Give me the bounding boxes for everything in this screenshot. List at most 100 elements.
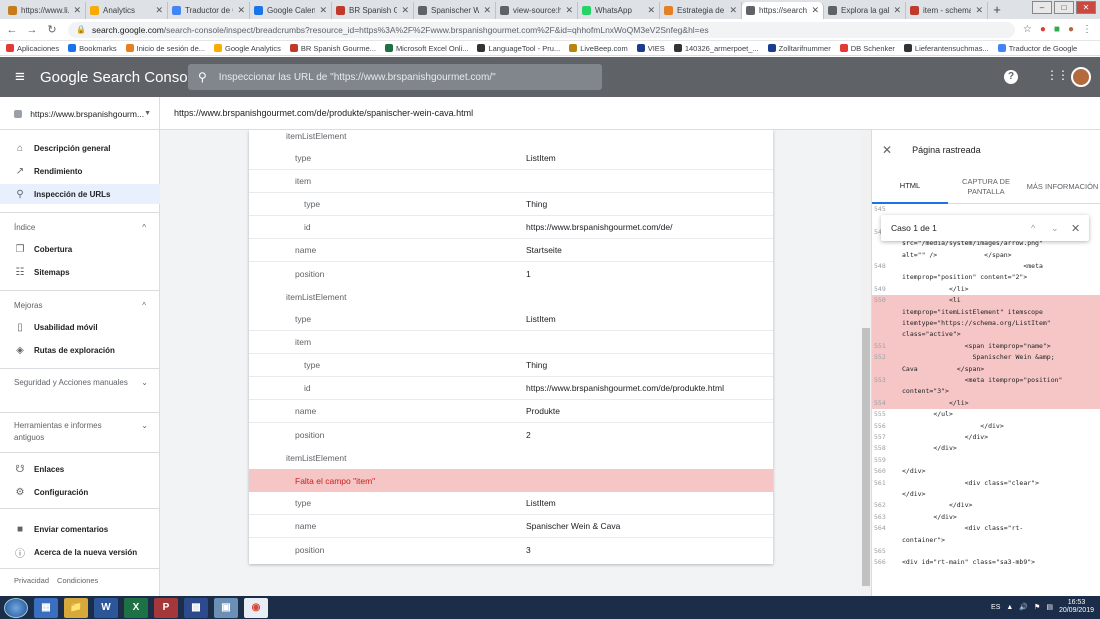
hamburger-menu-icon[interactable]: ≡ xyxy=(0,67,40,87)
network-icon[interactable]: ▤ xyxy=(1046,603,1053,611)
bookmark-item[interactable]: LanguageTool - Pru... xyxy=(477,44,560,53)
browser-tab[interactable]: Google Calend... ✕ xyxy=(250,2,332,19)
avatar[interactable] xyxy=(1071,67,1091,87)
tab-close-icon[interactable]: ✕ xyxy=(401,5,409,16)
sidebar-item-sitemaps[interactable]: ☷ Sitemaps xyxy=(0,262,160,282)
browser-tab[interactable]: BR Spanish Go ✕ xyxy=(332,2,414,19)
extension-icon[interactable]: ■ xyxy=(1054,24,1060,35)
new-tab-button[interactable]: + xyxy=(988,2,1006,19)
bookmark-item[interactable]: Zolltarifnummer xyxy=(767,44,831,53)
chevron-down-icon[interactable]: ⌄ xyxy=(1051,223,1059,234)
property-selector[interactable]: https://www.brspanishgourm... ▼ xyxy=(0,97,160,130)
bookmark-item[interactable]: Microsoft Excel Onli... xyxy=(384,44,468,53)
browser-tab[interactable]: Traductor de G ✕ xyxy=(168,2,250,19)
tab-close-icon[interactable]: ✕ xyxy=(237,5,245,16)
tab-close-icon[interactable]: ✕ xyxy=(893,5,901,16)
reload-icon[interactable]: ↻ xyxy=(44,23,60,36)
sidebar-item-breadcrumbs[interactable]: ◈ Rutas de exploración xyxy=(0,340,160,360)
section-header-enhancements[interactable]: Mejoras ^ xyxy=(14,300,154,312)
maximize-icon[interactable]: □ xyxy=(1054,1,1074,14)
volume-icon[interactable]: 🔊 xyxy=(1019,603,1028,611)
tray-arrow-icon[interactable]: ▲ xyxy=(1006,604,1013,611)
sidebar-item-feedback[interactable]: ■ Enviar comentarios xyxy=(0,519,160,539)
word-icon[interactable]: W xyxy=(94,597,118,618)
bookmark-item[interactable]: Traductor de Google xyxy=(997,44,1077,53)
scrollbar-thumb[interactable] xyxy=(862,328,870,586)
browser-tab[interactable]: view-source:ht ✕ xyxy=(496,2,578,19)
tab-html[interactable]: HTML xyxy=(872,170,948,204)
bookmark-item[interactable]: Aplicaciones xyxy=(6,44,59,53)
tab-close-icon[interactable]: ✕ xyxy=(729,5,737,16)
flag-icon[interactable]: ⚑ xyxy=(1034,603,1040,611)
back-icon[interactable]: ← xyxy=(4,24,20,36)
start-button[interactable] xyxy=(4,597,28,618)
url-inspection-search[interactable]: ⚲ Inspeccionar las URL de "https://www.b… xyxy=(188,64,602,90)
field-value: Produkte xyxy=(526,406,561,416)
tab-close-icon[interactable]: ✕ xyxy=(483,5,491,16)
browser-tab[interactable]: WhatsApp ✕ xyxy=(578,2,660,19)
bookmark-item[interactable]: Google Analytics xyxy=(214,44,281,53)
folder-icon[interactable]: 📁 xyxy=(64,597,88,618)
section-header-tools[interactable]: Herramientas e informes antiguos ⌄ xyxy=(14,420,148,444)
lock-icon: 🔒 xyxy=(76,25,86,34)
bookmark-item[interactable]: Inicio de sesión de... xyxy=(125,44,205,53)
sidebar-item-url-inspection[interactable]: ⚲ Inspección de URLs xyxy=(0,184,160,204)
chrome-icon[interactable]: ◉ xyxy=(244,597,268,618)
section-header-index[interactable]: Índice ^ xyxy=(14,222,154,234)
browser-tab[interactable]: https://search ✕ xyxy=(742,2,824,19)
sidebar-item-links[interactable]: ☋ Enlaces xyxy=(0,459,160,479)
tab-more-info[interactable]: MÁS INFORMACIÓN xyxy=(1024,170,1100,204)
sidebar-item-overview[interactable]: ⌂ Descripción general xyxy=(0,138,160,158)
sidebar-item-coverage[interactable]: ❐ Cobertura xyxy=(0,239,160,259)
close-window-icon[interactable]: ✕ xyxy=(1076,1,1096,14)
sidebar-item-mobile-usability[interactable]: ▯ Usabilidad móvil xyxy=(0,317,160,337)
grid-app-icon[interactable]: ▩ xyxy=(184,597,208,618)
privacy-link[interactable]: Privacidad xyxy=(14,576,49,585)
url-field[interactable]: 🔒 search.google.com/search-console/inspe… xyxy=(68,21,1015,38)
tab-close-icon[interactable]: ✕ xyxy=(319,5,327,16)
tab-close-icon[interactable]: ✕ xyxy=(155,5,163,16)
tab-screenshot[interactable]: CAPTURA DE PANTALLA xyxy=(948,170,1024,204)
window-icon[interactable]: ▣ xyxy=(214,597,238,618)
profile-icon[interactable]: ● xyxy=(1068,24,1074,35)
close-icon[interactable]: ✕ xyxy=(1071,222,1080,235)
browser-tab[interactable]: Analytics ✕ xyxy=(86,2,168,19)
sidebar-item-about[interactable]: ⓘ Acerca de la nueva versión xyxy=(0,542,160,562)
star-icon[interactable]: ☆ xyxy=(1023,24,1032,35)
sidebar-item-performance[interactable]: ↗ Rendimiento xyxy=(0,161,160,181)
close-icon[interactable]: ✕ xyxy=(882,143,892,157)
browser-tab[interactable]: https://www.li... ✕ xyxy=(4,2,86,19)
bookmark-item[interactable]: 140326_armerpoet_... xyxy=(673,44,759,53)
tab-close-icon[interactable]: ✕ xyxy=(565,5,573,16)
bookmark-item[interactable]: LiveBeep.com xyxy=(569,44,628,53)
tab-close-icon[interactable]: ✕ xyxy=(975,5,983,16)
minimize-icon[interactable]: – xyxy=(1032,1,1052,14)
terms-link[interactable]: Condiciones xyxy=(57,576,98,585)
tab-favicon-icon xyxy=(746,6,755,15)
browser-tab[interactable]: Spanischer We ✕ xyxy=(414,2,496,19)
language-indicator[interactable]: ES xyxy=(991,604,1000,611)
bookmark-item[interactable]: Bookmarks xyxy=(68,44,117,53)
tab-close-icon[interactable]: ✕ xyxy=(811,5,819,16)
tab-close-icon[interactable]: ✕ xyxy=(647,5,655,16)
bookmark-item[interactable]: DB Schenker xyxy=(839,44,895,53)
section-header-security[interactable]: Seguridad y Acciones manuales ⌄ xyxy=(14,377,148,389)
browser-tab[interactable]: item - schema ✕ xyxy=(906,2,988,19)
tab-close-icon[interactable]: ✕ xyxy=(73,5,81,16)
clock[interactable]: 16:53 20/09/2019 xyxy=(1059,599,1094,615)
extension-icon[interactable]: ● xyxy=(1040,24,1046,35)
browser-tab[interactable]: Explora la gale ✕ xyxy=(824,2,906,19)
excel-icon[interactable]: X xyxy=(124,597,148,618)
powerpoint-icon[interactable]: P xyxy=(154,597,178,618)
bookmark-item[interactable]: BR Spanish Gourme... xyxy=(289,44,376,53)
grid-app-icon[interactable]: ▦ xyxy=(34,597,58,618)
chevron-up-icon[interactable]: ^ xyxy=(1031,223,1035,233)
sidebar-item-settings[interactable]: ⚙ Configuración xyxy=(0,482,160,502)
bookmark-item[interactable]: VIES xyxy=(636,44,665,53)
bookmark-item[interactable]: Lieferantensuchmas... xyxy=(903,44,989,53)
help-icon[interactable]: ? xyxy=(1004,70,1018,84)
main-scrollbar[interactable] xyxy=(861,130,871,596)
forward-icon[interactable]: → xyxy=(24,24,40,36)
menu-dots-icon[interactable]: ⋮ xyxy=(1082,24,1092,35)
browser-tab[interactable]: Estrategia de c ✕ xyxy=(660,2,742,19)
